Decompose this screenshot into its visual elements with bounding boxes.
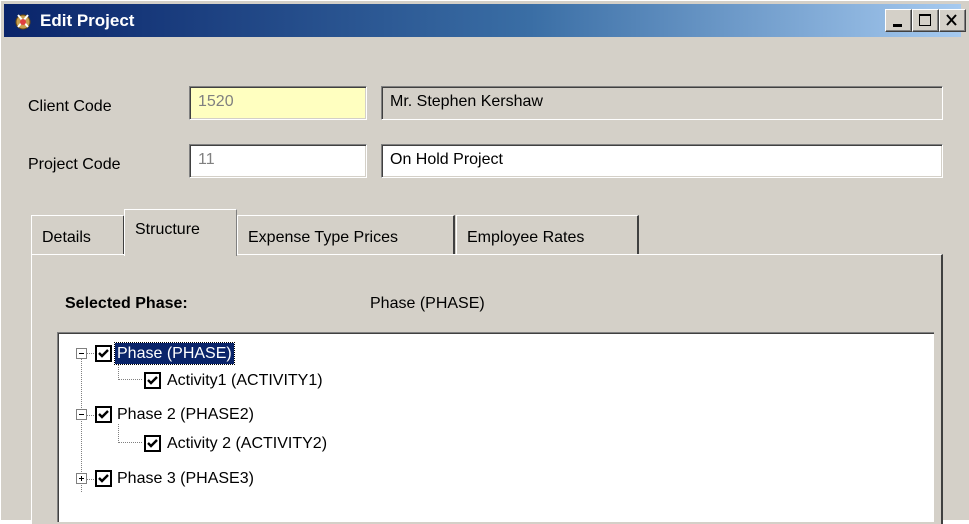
title-bar[interactable]: Edit Project	[4, 4, 966, 37]
app-icon	[15, 14, 31, 30]
checkbox-checked-icon[interactable]	[144, 435, 161, 452]
tree-node-label[interactable]: Phase (PHASE)	[114, 342, 235, 365]
minimize-icon	[893, 24, 902, 27]
client-name-field[interactable]: Mr. Stephen Kershaw	[381, 86, 943, 120]
tree-node-activity1[interactable]: Activity1 (ACTIVITY1)	[58, 369, 458, 393]
checkbox-checked-icon[interactable]	[95, 345, 112, 362]
collapse-icon[interactable]	[76, 348, 87, 359]
close-button[interactable]	[939, 9, 966, 32]
project-code-label: Project Code	[28, 156, 121, 173]
tree-node-activity2[interactable]: Activity 2 (ACTIVITY2)	[58, 432, 458, 456]
minimize-button[interactable]	[885, 9, 912, 32]
maximize-button[interactable]	[912, 9, 939, 32]
client-code-field[interactable]: 1520	[189, 86, 367, 120]
client-code-label: Client Code	[28, 98, 112, 115]
close-icon	[946, 14, 957, 26]
tree-node-label[interactable]: Phase 2 (PHASE2)	[115, 404, 256, 425]
structure-tree[interactable]: Phase (PHASE) Activity1 (ACTIVITY1) Phas…	[57, 332, 934, 522]
tree-node-phase[interactable]: Phase (PHASE)	[58, 342, 458, 366]
tab-structure[interactable]: Structure	[124, 209, 237, 256]
tree-node-phase2[interactable]: Phase 2 (PHASE2)	[58, 403, 458, 427]
expand-icon[interactable]	[76, 473, 87, 484]
tab-expense-type-prices[interactable]: Expense Type Prices	[237, 215, 455, 254]
checkbox-checked-icon[interactable]	[95, 406, 112, 423]
tree-node-phase3[interactable]: Phase 3 (PHASE3)	[58, 467, 458, 491]
tree-node-label[interactable]: Phase 3 (PHASE3)	[115, 468, 256, 489]
tab-employee-rates[interactable]: Employee Rates	[456, 215, 639, 254]
checkbox-checked-icon[interactable]	[95, 470, 112, 487]
selected-phase-value: Phase (PHASE)	[370, 295, 485, 312]
selected-phase-label: Selected Phase:	[65, 295, 188, 312]
maximize-icon	[919, 14, 931, 26]
project-name-field[interactable]: On Hold Project	[381, 144, 943, 178]
tab-details[interactable]: Details	[31, 215, 125, 254]
project-code-field[interactable]: 11	[189, 144, 367, 178]
collapse-icon[interactable]	[76, 409, 87, 420]
checkbox-checked-icon[interactable]	[144, 372, 161, 389]
tree-node-label[interactable]: Activity 2 (ACTIVITY2)	[165, 433, 329, 454]
window-title: Edit Project	[40, 11, 135, 30]
tree-node-label[interactable]: Activity1 (ACTIVITY1)	[165, 370, 325, 391]
